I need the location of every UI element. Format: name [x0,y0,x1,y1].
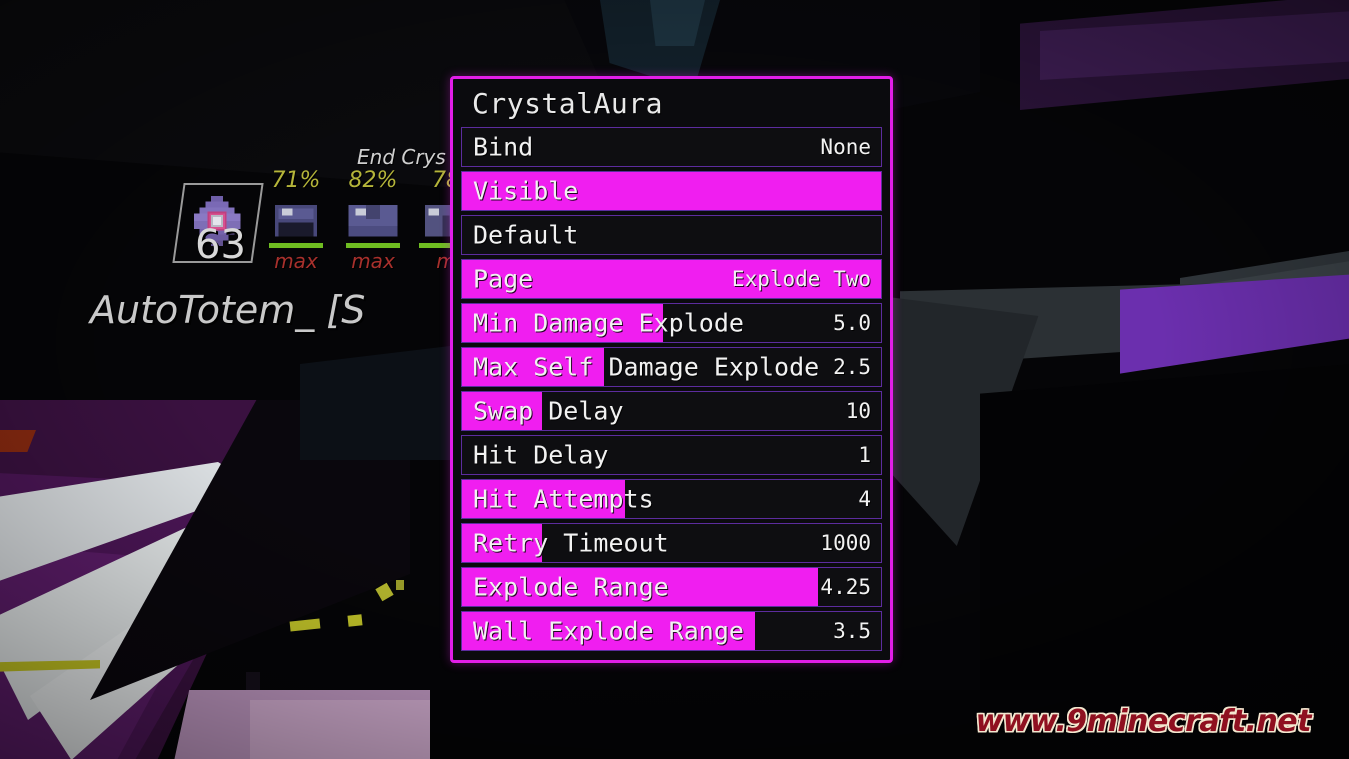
setting-label: Retry Timeout [473,528,669,558]
setting-label: Default [473,220,579,250]
setting-row-page[interactable]: Page Explode Two [461,259,882,299]
setting-label: Min Damage Explode [473,308,744,338]
setting-label: Explode Range [473,572,669,602]
crystalaura-module-panel[interactable]: CrystalAura Bind None Visible Default Page Ex… [450,76,893,663]
setting-label: Hit Attempts [473,484,654,514]
setting-row-hit-attempts[interactable]: Hit Attempts 4 [461,479,882,519]
setting-row-explode-range[interactable]: Explode Range 4.25 [461,567,882,607]
setting-label: Swap Delay [473,396,624,426]
game-screen: End Crys AutoTotem_ [S 63 71% max 82% ma… [0,0,1349,759]
bg-yellow-dash-4 [396,580,404,590]
setting-value: 1000 [820,531,871,555]
setting-value: 5.0 [833,311,871,335]
setting-label: Wall Explode Range [473,616,744,646]
setting-row-wall-explode-range[interactable]: Wall Explode Range 3.5 [461,611,882,651]
setting-label: Hit Delay [473,440,609,470]
setting-row-visible[interactable]: Visible [461,171,882,211]
setting-label: Visible [473,176,579,206]
setting-row-retry-timeout[interactable]: Retry Timeout 1000 [461,523,882,563]
panel-title: CrystalAura [472,87,663,120]
setting-row-bind[interactable]: Bind None [461,127,882,167]
setting-value: 4.25 [820,575,871,599]
bg-yellow-dash-1 [289,618,321,632]
setting-value: 4 [858,487,871,511]
setting-row-min-damage-explode[interactable]: Min Damage Explode 5.0 [461,303,882,343]
setting-value: 10 [845,399,871,423]
setting-value: 1 [858,443,871,467]
setting-row-max-self-damage-explode[interactable]: Max Self Damage Explode 2.5 [461,347,882,387]
setting-label: Page [473,264,534,294]
setting-label: Max Self Damage Explode [473,352,820,382]
setting-value: 2.5 [833,355,871,379]
setting-row-hit-delay[interactable]: Hit Delay 1 [461,435,882,475]
bg-bottom-shadow [430,690,1070,759]
setting-value: 3.5 [833,619,871,643]
settings-list: Bind None Visible Default Page Explode Two Min… [461,127,882,651]
setting-row-default[interactable]: Default [461,215,882,255]
site-watermark: www.9minecraft.net [975,704,1312,739]
setting-row-swap-delay[interactable]: Swap Delay 10 [461,391,882,431]
setting-label: Bind [473,132,534,162]
setting-value: None [820,135,871,159]
setting-value: Explode Two [731,267,871,291]
bg-yellow-dash-2 [347,614,363,627]
